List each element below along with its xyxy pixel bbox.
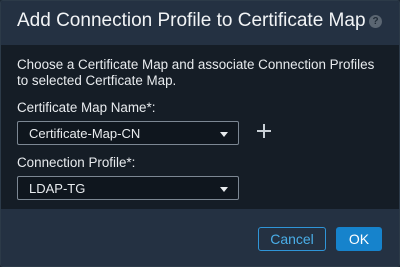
connection-profile-select[interactable]: LDAP-TG xyxy=(17,176,239,200)
question-icon[interactable]: ? xyxy=(369,15,382,28)
dialog-description: Choose a Certificate Map and associate C… xyxy=(17,57,375,88)
connection-profile-label: Connection Profile*: xyxy=(17,155,136,170)
certificate-map-value: Certificate-Map-CN xyxy=(29,126,141,141)
cancel-button[interactable]: Cancel xyxy=(258,227,326,251)
dialog-title: Add Connection Profile to Certificate Ma… xyxy=(17,10,366,31)
certificate-map-label: Certificate Map Name*: xyxy=(17,100,156,115)
add-connection-profile-dialog: Add Connection Profile to Certificate Ma… xyxy=(0,0,400,267)
chevron-down-icon xyxy=(220,132,228,137)
plus-icon[interactable] xyxy=(256,123,272,139)
certificate-map-select[interactable]: Certificate-Map-CN xyxy=(17,121,239,145)
connection-profile-value: LDAP-TG xyxy=(29,181,86,196)
chevron-down-icon xyxy=(220,187,228,192)
ok-button[interactable]: OK xyxy=(336,227,382,251)
